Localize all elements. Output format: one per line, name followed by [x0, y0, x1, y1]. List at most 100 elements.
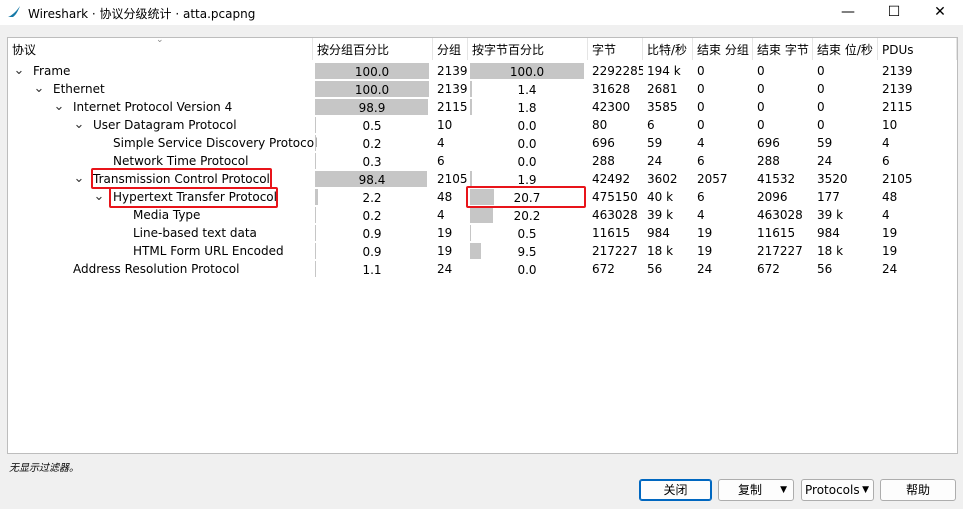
col-end-bits-per-sec-value: 0 [817, 64, 825, 78]
table-row[interactable]: ⌄ User Datagram Protocol 0.5 0.0 10 80 6 0 0 0 10 [8, 116, 957, 134]
expand-toggle-icon[interactable]: ⌄ [52, 98, 66, 116]
col-end-bits-per-sec-value: 39 k [817, 208, 844, 222]
col-bits-per-sec-value: 56 [647, 262, 663, 276]
packet-percent-value: 0.3 [362, 155, 382, 169]
protocol-name: Media Type [133, 208, 201, 222]
col-end-bits-per-sec-value: 3520 [817, 172, 848, 186]
col-packets-value: 6 [437, 154, 445, 168]
protocol-hierarchy-tree[interactable]: ⌄ 协议 按分组百分比 分组 按字节百分比 字节 比特/秒 结束 分组 结束 字节 结束 位/秒… [7, 37, 958, 454]
table-row[interactable]: Simple Service Discovery Protocol 0.2 0.0 4… [8, 134, 957, 152]
highlight-http-byte-percent [466, 186, 586, 208]
table-row[interactable]: ⌄ Internet Protocol Version 4 98.9 1.8 2115 4… [8, 98, 957, 116]
packet-percent: 1.1 [315, 260, 429, 278]
protocol-name: Ethernet [53, 82, 105, 96]
col-end-packets-value: 0 [697, 100, 705, 114]
byte-percent-value: 0.0 [517, 155, 537, 169]
packet-percent-value: 98.4 [358, 173, 386, 187]
protocol-name: HTML Form URL Encoded [133, 244, 284, 258]
help-button[interactable]: 帮助 [880, 479, 956, 501]
close-window-button[interactable]: ✕ [917, 0, 963, 25]
close-button[interactable]: 关闭 [639, 479, 712, 501]
byte-percent-value: 20.2 [513, 209, 541, 223]
col-end-bits-per-sec-value: 0 [817, 118, 825, 132]
expand-toggle-icon[interactable]: ⌄ [72, 170, 86, 188]
copy-button[interactable]: 复制 ▼ [718, 479, 794, 501]
col-protocol-header[interactable]: 协议 [8, 38, 313, 60]
packet-percent: 100.0 [315, 62, 429, 80]
col-bits-per-sec-value: 194 k [647, 64, 681, 78]
minimize-button[interactable]: — [825, 0, 871, 25]
packet-percent: 0.3 [315, 152, 429, 170]
col-end-bits-per-sec-value: 59 [817, 136, 833, 150]
col-end-bytes-value: 41532 [757, 172, 796, 186]
col-packets-value: 19 [437, 244, 453, 258]
table-row[interactable]: ⌄ Frame 100.0 100.0 2139 2292285 194 k 0 0 0 2139 [8, 62, 957, 80]
packet-percent: 0.2 [315, 134, 429, 152]
expand-toggle-icon[interactable]: ⌄ [12, 62, 26, 80]
byte-percent-value: 0.5 [517, 227, 537, 241]
table-row[interactable]: HTML Form URL Encoded 0.9 9.5 19 217227 18 k 1… [8, 242, 957, 260]
byte-percent-value: 1.8 [517, 101, 537, 115]
col-end-packets-header[interactable]: 结束 分组 [693, 38, 753, 60]
col-end-bits-per-sec-value: 177 [817, 190, 840, 204]
col-end-packets-value: 0 [697, 64, 705, 78]
col-packets-value: 10 [437, 118, 453, 132]
table-row[interactable]: Address Resolution Protocol 1.1 0.0 24 672 56… [8, 260, 957, 278]
table-header: ⌄ 协议 按分组百分比 分组 按字节百分比 字节 比特/秒 结束 分组 结束 字节 结束 位/秒… [8, 38, 957, 60]
col-end-packets-value: 24 [697, 262, 713, 276]
byte-percent: 9.5 [470, 242, 584, 260]
col-bytes-value: 696 [592, 136, 615, 150]
expand-toggle-icon[interactable]: ⌄ [92, 188, 106, 206]
col-end-bits-per-sec-value: 56 [817, 262, 833, 276]
col-byte-percent-header[interactable]: 按字节百分比 [468, 38, 588, 60]
col-end-bits-per-sec-value: 984 [817, 226, 840, 240]
col-pdus-value: 6 [882, 154, 890, 168]
col-end-bytes-value: 463028 [757, 208, 803, 222]
col-bits-per-sec-value: 3602 [647, 172, 678, 186]
highlight-tcp-row [91, 168, 272, 189]
maximize-button[interactable]: ☐ [871, 0, 917, 25]
col-pdus-header[interactable]: PDUs [878, 38, 957, 60]
packet-percent: 100.0 [315, 80, 429, 98]
col-packets-value: 2139 [437, 82, 468, 96]
table-row[interactable]: ⌄ Ethernet 100.0 1.4 2139 31628 2681 0 0 0 2139 [8, 80, 957, 98]
table-row[interactable]: Media Type 0.2 20.2 4 463028 39 k 4 463028 39 k 4 [8, 206, 957, 224]
byte-percent: 100.0 [470, 62, 584, 80]
packet-percent-value: 0.9 [362, 227, 382, 241]
protocols-button[interactable]: Protocols ▼ [801, 479, 874, 501]
expand-toggle-icon[interactable]: ⌄ [72, 116, 86, 134]
col-end-bits-per-sec-value: 0 [817, 82, 825, 96]
col-packet-percent-header[interactable]: 按分组百分比 [313, 38, 433, 60]
table-row[interactable]: Line-based text data 0.9 0.5 19 11615 984 19 11… [8, 224, 957, 242]
col-end-packets-value: 2057 [697, 172, 728, 186]
packet-percent-value: 1.1 [362, 263, 382, 277]
packet-percent-value: 100.0 [354, 65, 390, 79]
col-pdus-value: 4 [882, 136, 890, 150]
col-end-packets-value: 0 [697, 82, 705, 96]
window-title: Wireshark · 协议分级统计 · atta.pcapng [28, 7, 256, 21]
col-end-packets-value: 0 [697, 118, 705, 132]
col-packets-header[interactable]: 分组 [433, 38, 468, 60]
col-pdus-value: 24 [882, 262, 898, 276]
col-bytes-header[interactable]: 字节 [588, 38, 643, 60]
status-text: 无显示过滤器。 [9, 463, 79, 474]
col-bits-per-sec-value: 18 k [647, 244, 674, 258]
col-end-bytes-value: 672 [757, 262, 780, 276]
packet-percent-value: 100.0 [354, 83, 390, 97]
title-bar: Wireshark · 协议分级统计 · atta.pcapng — ☐ ✕ [0, 0, 963, 25]
col-bytes-value: 42492 [592, 172, 631, 186]
col-end-bytes-value: 217227 [757, 244, 803, 258]
close-icon: ✕ [934, 4, 946, 20]
col-bits-per-sec-value: 3585 [647, 100, 678, 114]
packet-percent: 2.2 [315, 188, 429, 206]
expand-toggle-icon[interactable]: ⌄ [32, 80, 46, 98]
protocol-name: Frame [33, 64, 71, 78]
col-bits-per-sec-value: 2681 [647, 82, 678, 96]
dropdown-arrow-icon: ▼ [780, 485, 787, 495]
wireshark-fin-icon [8, 6, 20, 17]
col-bits-per-sec-value: 59 [647, 136, 663, 150]
col-end-bytes-header[interactable]: 结束 字节 [753, 38, 813, 60]
col-bits-per-sec-header[interactable]: 比特/秒 [643, 38, 693, 60]
col-end-bits-per-sec-header[interactable]: 结束 位/秒 [813, 38, 878, 60]
protocol-name: Line-based text data [133, 226, 257, 240]
